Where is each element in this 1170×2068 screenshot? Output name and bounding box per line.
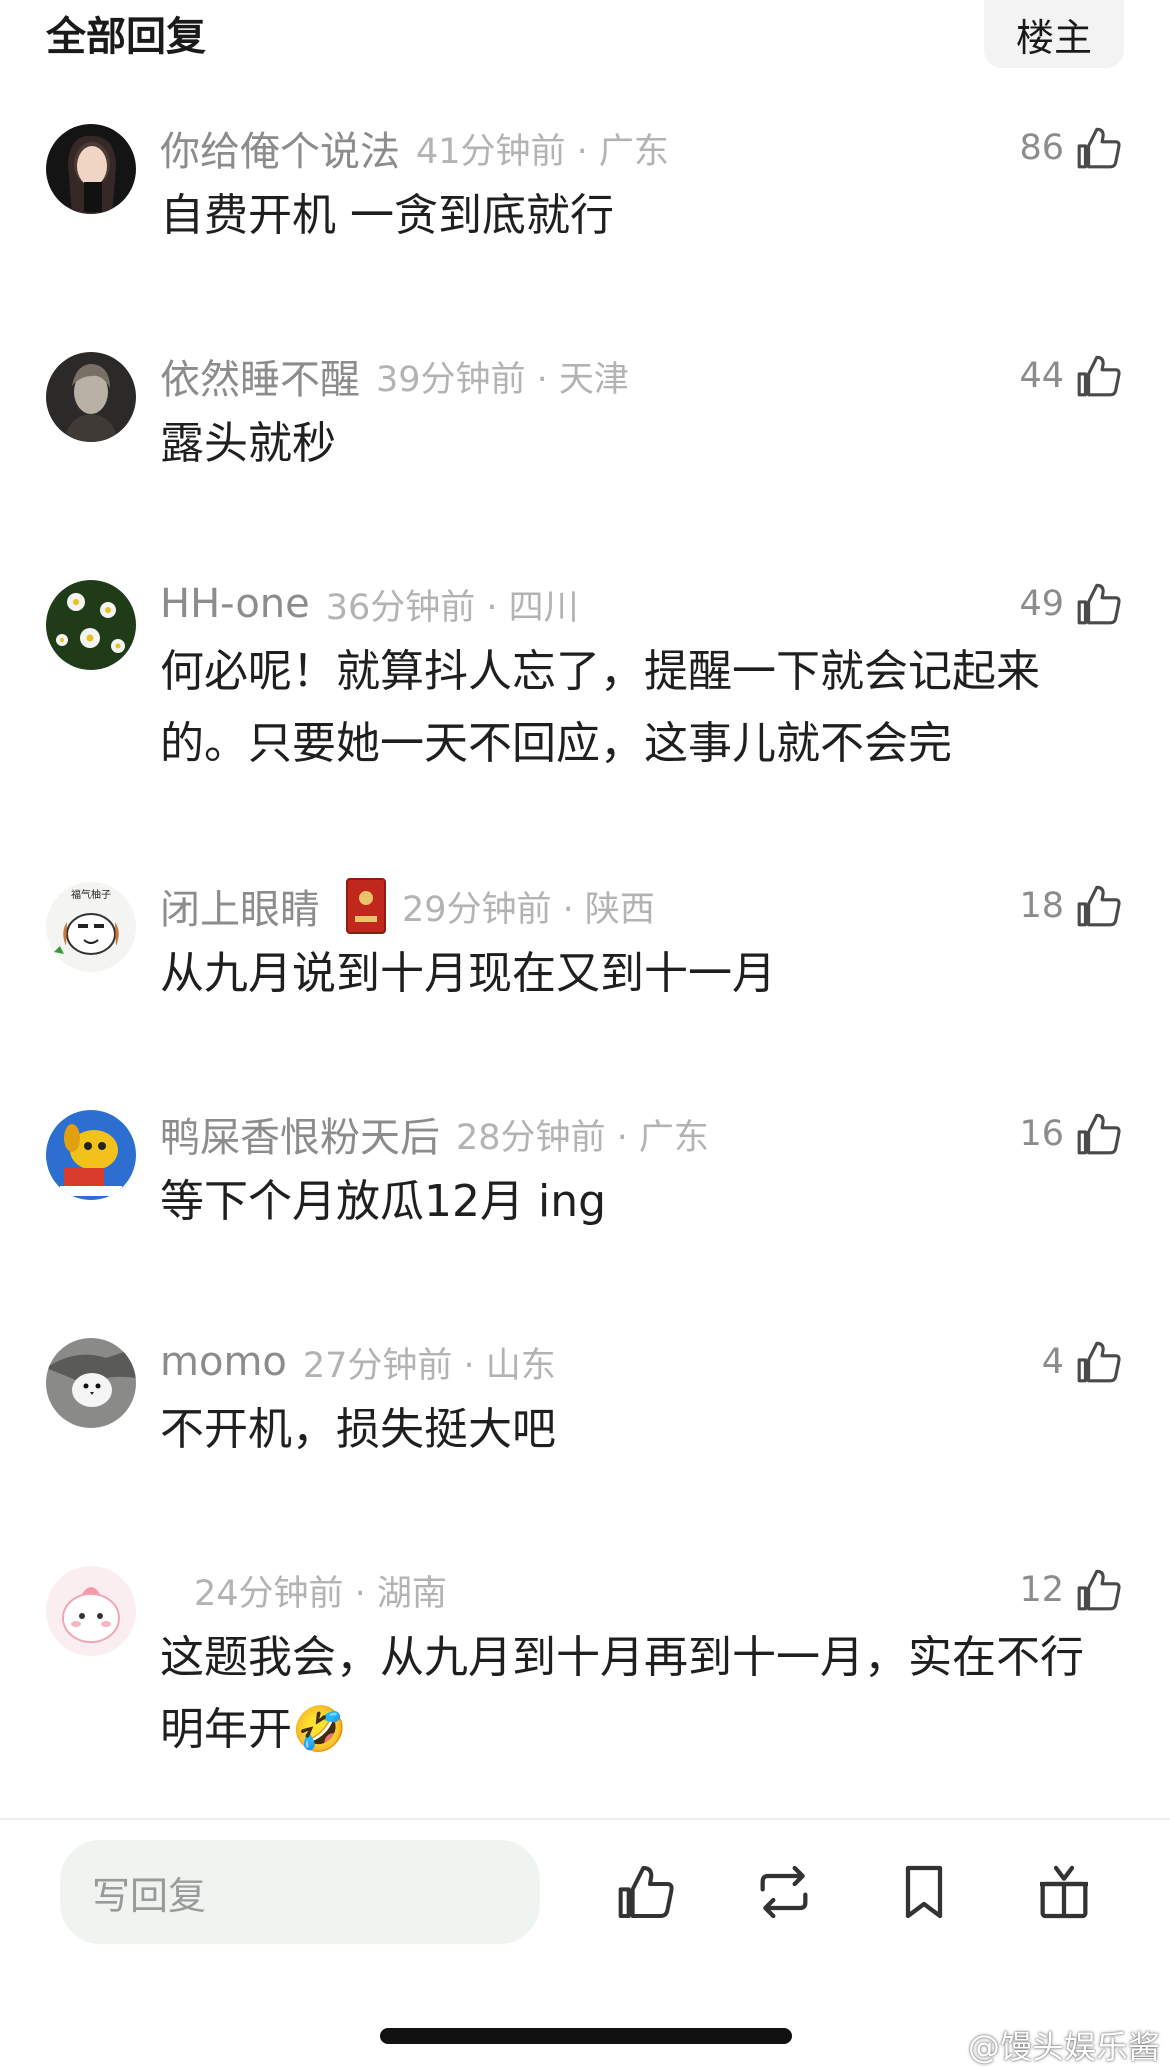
thumbs-up-icon[interactable] — [1074, 122, 1124, 174]
timestamp-location: 41分钟前 · 广东 — [416, 131, 669, 172]
all-replies-title: 全部回复 — [46, 14, 206, 60]
comment-meta: 闭上眼睛 29分钟前 · 陕西 — [160, 876, 655, 936]
bookmark-icon[interactable] — [892, 1860, 956, 1924]
like-count: 4 — [1041, 1342, 1064, 1382]
like-count: 16 — [1019, 1114, 1064, 1154]
timestamp-location: 27分钟前 · 山东 — [302, 1345, 556, 1386]
timestamp-location: 36分钟前 · 四川 — [325, 587, 579, 628]
comment-text: 等下个月放瓜12月 ing — [160, 1176, 607, 1227]
comment-meta: 鸭屎香恨粉天后 28分钟前 · 广东 — [160, 1104, 709, 1164]
home-indicator[interactable] — [380, 2028, 792, 2044]
comment-text: 自费开机 一贪到底就行 — [160, 190, 614, 241]
timestamp-location: 39分钟前 · 天津 — [376, 359, 629, 400]
comment-meta: 24分钟前 · 湖南 — [178, 1560, 447, 1620]
comment-text: 这题我会，从九月到十月再到十一月，实在不行明年开🤣 — [160, 1632, 1084, 1755]
comments-header: 全部回复 楼主 — [0, 0, 1170, 80]
like-count: 12 — [1019, 1570, 1064, 1610]
repost-icon[interactable] — [752, 1860, 816, 1924]
timestamp-location: 28分钟前 · 广东 — [456, 1117, 709, 1158]
comment-text: 从九月说到十月现在又到十一月 — [160, 948, 776, 999]
thumbs-up-icon[interactable] — [1074, 350, 1124, 402]
username[interactable]: 鸭屎香恨粉天后 — [160, 1105, 440, 1163]
avatar[interactable] — [46, 580, 136, 670]
like-button[interactable]: 44 — [1019, 346, 1124, 406]
avatar[interactable] — [46, 1338, 136, 1428]
weibo-logo-icon — [922, 2030, 960, 2062]
username[interactable]: HH-one — [160, 581, 310, 627]
footer-divider — [0, 1818, 1170, 1820]
comment-text: 露头就秒 — [160, 418, 336, 469]
avatar[interactable] — [46, 124, 136, 214]
gift-icon[interactable] — [1032, 1860, 1096, 1924]
thumbs-up-icon[interactable] — [1074, 1564, 1124, 1616]
username[interactable]: momo — [160, 1339, 287, 1385]
thumbs-up-icon[interactable] — [1074, 880, 1124, 932]
timestamp-location: 24分钟前 · 湖南 — [194, 1573, 447, 1614]
like-count: 18 — [1019, 886, 1064, 926]
comment-meta: momo 27分钟前 · 山东 — [160, 1332, 556, 1392]
like-button[interactable]: 12 — [1019, 1560, 1124, 1620]
avatar[interactable] — [46, 1566, 136, 1656]
username[interactable]: 闭上眼睛 — [160, 877, 320, 935]
red-envelope-badge-icon — [346, 878, 386, 934]
like-icon[interactable] — [614, 1860, 678, 1924]
like-button[interactable]: 86 — [1019, 118, 1124, 178]
like-button[interactable]: 16 — [1019, 1104, 1124, 1164]
avatar[interactable]: 福气柚子 — [46, 882, 136, 972]
avatar[interactable] — [46, 352, 136, 442]
like-button[interactable]: 4 — [1042, 1332, 1124, 1392]
timestamp-location: 29分钟前 · 陕西 — [402, 889, 655, 930]
username[interactable]: 依然睡不醒 — [160, 347, 360, 405]
like-button[interactable]: 18 — [1019, 876, 1124, 936]
watermark-text: @馒头娱乐酱 — [967, 2028, 1160, 2066]
username[interactable]: 你给俺个说法 — [160, 119, 400, 177]
reply-input[interactable]: 写回复 — [60, 1840, 540, 1944]
comment-meta: 依然睡不醒 39分钟前 · 天津 — [160, 346, 629, 406]
like-count: 49 — [1019, 584, 1064, 624]
weibo-watermark: @馒头娱乐酱 — [922, 2022, 1160, 2068]
like-count: 86 — [1019, 128, 1064, 168]
thumbs-up-icon[interactable] — [1074, 1336, 1124, 1388]
comment-meta: HH-one 36分钟前 · 四川 — [160, 574, 579, 634]
avatar-label: 福气柚子 — [71, 888, 111, 901]
comment-text: 不开机，损失挺大吧 — [160, 1404, 556, 1455]
avatar[interactable] — [46, 1110, 136, 1200]
thumbs-up-icon[interactable] — [1074, 578, 1124, 630]
thumbs-up-icon[interactable] — [1074, 1108, 1124, 1160]
comment-text: 何必呢！就算抖人忘了，提醒一下就会记起来的。只要她一天不回应，这事儿就不会完 — [160, 646, 1040, 769]
like-button[interactable]: 49 — [1019, 574, 1124, 634]
comment-meta: 你给俺个说法 41分钟前 · 广东 — [160, 118, 669, 178]
like-count: 44 — [1019, 356, 1064, 396]
op-only-filter-button[interactable]: 楼主 — [984, 0, 1124, 68]
